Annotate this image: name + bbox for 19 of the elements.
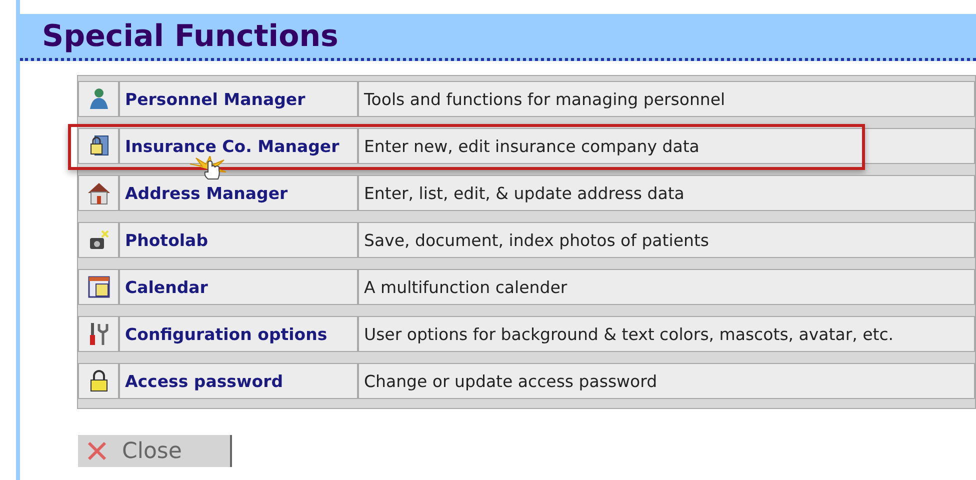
- function-description: Enter, list, edit, & update address data: [364, 184, 684, 202]
- close-icon: [86, 440, 108, 462]
- tools-icon: [88, 322, 110, 346]
- function-description: Tools and functions for managing personnel: [364, 90, 726, 108]
- function-description: A multifunction calender: [364, 278, 568, 296]
- function-description: User options for background & text colors, mascots, avatar, etc.: [364, 324, 894, 344]
- page-title: Special Functions: [42, 18, 338, 54]
- folder-lock-icon: [88, 135, 108, 157]
- close-button[interactable]: Close: [78, 435, 232, 467]
- function-description: Change or update access password: [364, 372, 658, 390]
- function-link[interactable]: Photolab: [125, 230, 208, 250]
- function-description: Save, document, index photos of patients: [364, 230, 710, 250]
- camera-icon: [88, 229, 110, 251]
- person-icon: [88, 88, 108, 110]
- house-icon: [86, 181, 110, 205]
- calendar-icon: [88, 276, 110, 298]
- function-link[interactable]: Calendar: [125, 278, 208, 296]
- function-description: Enter new, edit insurance company data: [364, 136, 700, 156]
- padlock-icon: [90, 370, 108, 392]
